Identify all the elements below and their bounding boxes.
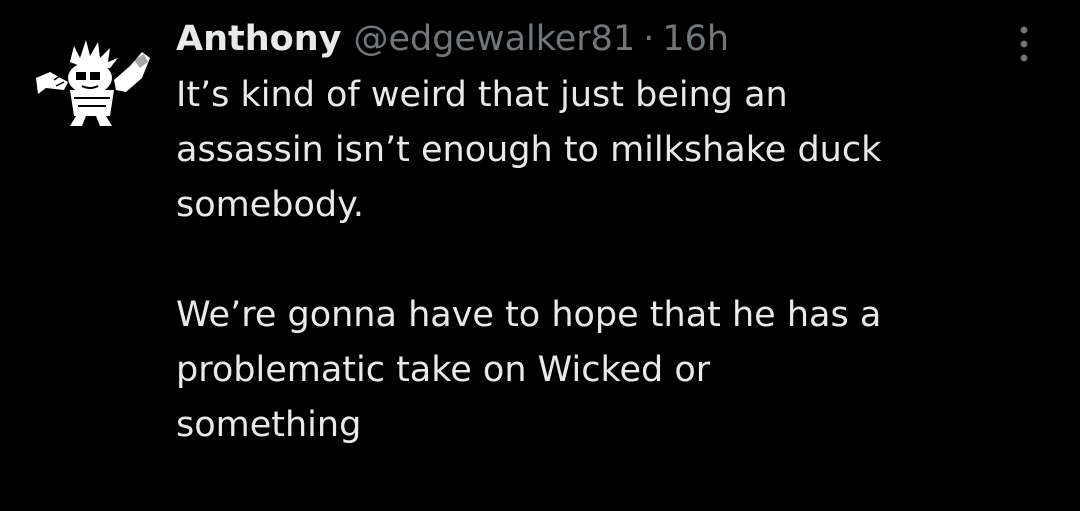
tweet-timestamp[interactable]: 16h [662, 14, 729, 64]
tweet-text-line: assassin isn’t enough to milkshake duck [176, 130, 882, 170]
tweet-text-line: problematic take on Wicked or [176, 350, 711, 390]
tweet-text-line: We’re gonna have to hope that he has a [176, 295, 882, 335]
tweet[interactable]: Anthony @edgewalker81 · 16h It’s kind of… [0, 0, 1080, 511]
tweet-header: Anthony @edgewalker81 · 16h [176, 14, 1036, 64]
tweet-text: It’s kind of weird that just being an as… [176, 68, 1036, 453]
separator-dot: · [643, 19, 655, 59]
more-options-button[interactable] [1004, 22, 1044, 66]
author-display-name[interactable]: Anthony [176, 14, 341, 64]
tweet-text-line: It’s kind of weird that just being an [176, 75, 788, 115]
tweet-content: Anthony @edgewalker81 · 16h It’s kind of… [176, 14, 1036, 453]
tweet-text-line: something [176, 405, 362, 445]
tweet-text-line: somebody. [176, 185, 364, 225]
cartoon-character-avatar-icon [36, 40, 150, 126]
avatar[interactable] [30, 32, 152, 128]
more-vertical-icon [1020, 26, 1028, 62]
author-handle[interactable]: @edgewalker81 [353, 14, 635, 64]
